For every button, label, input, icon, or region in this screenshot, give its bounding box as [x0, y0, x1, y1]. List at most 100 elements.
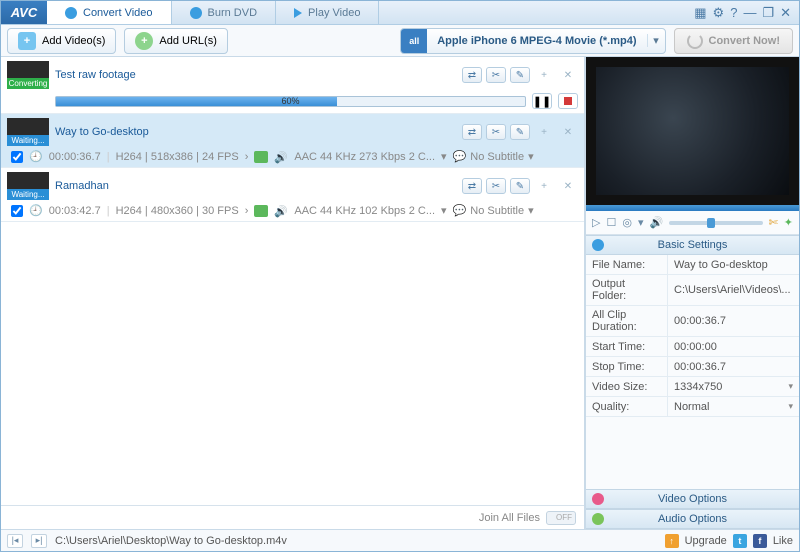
convert-icon: [65, 7, 77, 19]
remove-item-button[interactable]: ✕: [558, 124, 578, 140]
subtitle-dropdown[interactable]: ▾: [528, 204, 534, 217]
add-videos-button[interactable]: + Add Video(s): [7, 28, 116, 54]
twitter-icon[interactable]: t: [733, 534, 747, 548]
thumbnail: Waiting...: [7, 118, 49, 146]
chevron-down-icon[interactable]: ▾: [638, 216, 644, 229]
convert-now-button[interactable]: Convert Now!: [674, 28, 794, 54]
stop-button[interactable]: [558, 93, 578, 109]
stop-button[interactable]: ☐: [606, 216, 616, 229]
settings-icon[interactable]: ⚙: [713, 5, 725, 21]
swap-button[interactable]: ⇄: [462, 67, 482, 83]
thumbnail: Waiting...: [7, 172, 49, 200]
upgrade-link[interactable]: Upgrade: [685, 535, 727, 547]
progress-bar: 60%: [55, 96, 526, 107]
output-folder-field[interactable]: C:\Users\Ariel\Videos\...: [668, 275, 799, 306]
tab-play-video[interactable]: Play Video: [276, 1, 379, 24]
start-time-field[interactable]: 00:00:00: [668, 337, 799, 357]
play-icon: [294, 8, 302, 18]
tab-burn-dvd[interactable]: Burn DVD: [172, 1, 277, 24]
filename-field[interactable]: Way to Go-desktop: [668, 255, 799, 275]
rss-icon[interactable]: ▦: [694, 5, 706, 21]
close-button[interactable]: ✕: [780, 5, 791, 21]
cut-button[interactable]: ✂: [486, 67, 506, 83]
next-file-button[interactable]: ▸|: [31, 534, 47, 548]
volume-slider[interactable]: [669, 221, 762, 225]
subtitle-dropdown[interactable]: ▾: [528, 150, 534, 163]
start-time-label: Start Time:: [586, 337, 668, 357]
list-item[interactable]: Waiting... Way to Go-desktop ⇄ ✂ ✎ + ✕ 🕘…: [1, 114, 584, 168]
cut-button[interactable]: ✂: [486, 124, 506, 140]
video-options-icon: [592, 493, 604, 505]
crop-button[interactable]: ✄: [769, 216, 778, 229]
video-options-header[interactable]: Video Options: [586, 489, 799, 509]
effects-button[interactable]: ✦: [784, 216, 793, 229]
stop-time-field[interactable]: 00:00:36.7: [668, 357, 799, 377]
chevron-down-icon[interactable]: ▾: [647, 34, 665, 47]
right-panel: ▷ ☐ ◎ ▾ 🔊 ✄ ✦ Basic Settings File Name: …: [586, 57, 799, 529]
tab-convert-video[interactable]: Convert Video: [47, 1, 172, 24]
section-title: Basic Settings: [658, 239, 728, 251]
output-profile-selector[interactable]: all Apple iPhone 6 MPEG-4 Movie (*.mp4) …: [400, 28, 665, 54]
swap-button[interactable]: ⇄: [462, 124, 482, 140]
video-meta: H264 | 480x360 | 30 FPS: [116, 205, 239, 217]
audio-options-header[interactable]: Audio Options: [586, 509, 799, 529]
upgrade-icon[interactable]: ↑: [665, 534, 679, 548]
window-controls: ▦ ⚙ ? — ❐ ✕: [686, 1, 799, 24]
button-label: Add Video(s): [42, 35, 105, 47]
list-item[interactable]: Converting Test raw footage ⇄ ✂ ✎ + ✕ 60…: [1, 57, 584, 114]
status-badge: Converting: [7, 78, 49, 89]
pause-button[interactable]: ❚❚: [532, 93, 552, 109]
prev-file-button[interactable]: |◂: [7, 534, 23, 548]
tab-label: Burn DVD: [208, 7, 258, 19]
remove-item-button[interactable]: ✕: [558, 67, 578, 83]
cut-button[interactable]: ✂: [486, 178, 506, 194]
add-item-button[interactable]: +: [534, 178, 554, 194]
quality-select[interactable]: Normal: [668, 397, 799, 417]
profile-icon: all: [401, 28, 427, 54]
edit-button[interactable]: ✎: [510, 178, 530, 194]
button-label: Convert Now!: [709, 35, 781, 47]
facebook-icon[interactable]: f: [753, 534, 767, 548]
refresh-icon: [687, 33, 703, 49]
help-icon[interactable]: ?: [730, 5, 737, 20]
audio-meta: AAC 44 KHz 102 Kbps 2 C...: [294, 205, 435, 217]
audio-dropdown[interactable]: ▾: [441, 204, 447, 217]
minimize-button[interactable]: —: [743, 5, 756, 20]
edit-button[interactable]: ✎: [510, 124, 530, 140]
subtitle-icon: 💬: [453, 204, 467, 217]
audio-dropdown[interactable]: ▾: [441, 150, 447, 163]
add-item-button[interactable]: +: [534, 67, 554, 83]
video-dropdown[interactable]: ›: [245, 151, 249, 163]
video-dropdown[interactable]: ›: [245, 205, 249, 217]
subtitle-value: No Subtitle: [470, 151, 524, 163]
item-checkbox[interactable]: [11, 205, 23, 217]
subtitle-value: No Subtitle: [470, 205, 524, 217]
edit-button[interactable]: ✎: [510, 67, 530, 83]
volume-icon[interactable]: 🔊: [649, 216, 663, 229]
add-urls-button[interactable]: + Add URL(s): [124, 28, 227, 54]
statusbar: |◂ ▸| C:\Users\Ariel\Desktop\Way to Go-d…: [1, 529, 799, 551]
play-button[interactable]: ▷: [592, 216, 600, 229]
quality-label: Quality:: [586, 397, 668, 417]
maximize-button[interactable]: ❐: [762, 5, 774, 21]
add-item-button[interactable]: +: [534, 124, 554, 140]
remove-item-button[interactable]: ✕: [558, 178, 578, 194]
swap-button[interactable]: ⇄: [462, 178, 482, 194]
status-badge: Waiting...: [7, 135, 49, 146]
toolbar: + Add Video(s) + Add URL(s) all Apple iP…: [1, 25, 799, 57]
item-checkbox[interactable]: [11, 151, 23, 163]
video-tag-icon: [254, 205, 268, 217]
titlebar: AVC Convert Video Burn DVD Play Video ▦ …: [1, 1, 799, 25]
like-link[interactable]: Like: [773, 535, 793, 547]
basic-settings-header[interactable]: Basic Settings: [586, 235, 799, 255]
list-item[interactable]: Waiting... Ramadhan ⇄ ✂ ✎ + ✕ 🕘 00:03:42…: [1, 168, 584, 222]
video-meta: H264 | 518x386 | 24 FPS: [116, 151, 239, 163]
audio-icon: 🔊: [274, 205, 288, 217]
join-all-toggle[interactable]: OFF: [546, 511, 576, 525]
video-size-select[interactable]: 1334x750: [668, 377, 799, 397]
audio-icon: 🔊: [274, 151, 288, 163]
preview-player[interactable]: [586, 57, 799, 205]
file-list-panel: Converting Test raw footage ⇄ ✂ ✎ + ✕ 60…: [1, 57, 586, 529]
subtitle-icon: 💬: [453, 150, 467, 163]
snapshot-button[interactable]: ◎: [622, 216, 632, 229]
